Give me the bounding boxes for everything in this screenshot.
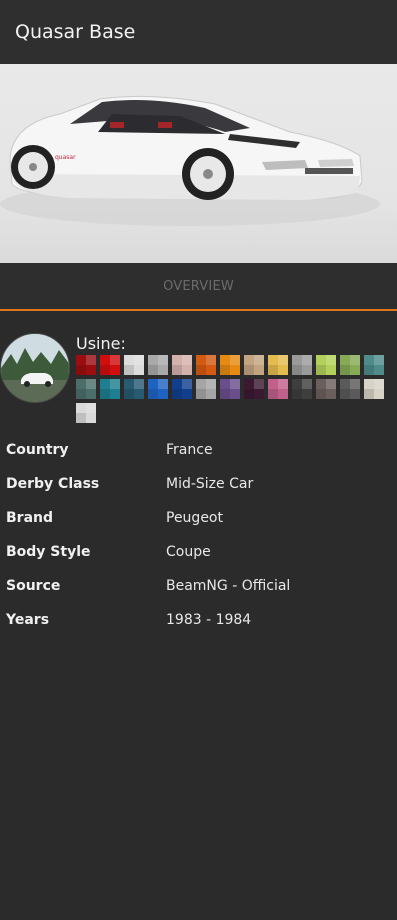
- svg-text:quasar: quasar: [55, 154, 76, 161]
- color-swatch[interactable]: [268, 379, 288, 399]
- detail-row: Source BeamNG - Official: [0, 569, 397, 603]
- color-swatch[interactable]: [148, 355, 168, 375]
- color-swatch[interactable]: [244, 379, 264, 399]
- thumbnail-scene: [1, 334, 69, 402]
- color-swatch[interactable]: [340, 355, 360, 375]
- detail-key: Country: [6, 442, 69, 458]
- detail-key: Years: [6, 612, 50, 628]
- detail-key: Derby Class: [6, 476, 100, 492]
- color-swatch[interactable]: [172, 379, 192, 399]
- color-swatch-list: [76, 355, 392, 427]
- vehicle-title: Quasar Base: [15, 21, 136, 43]
- detail-row: Country France: [0, 433, 397, 467]
- color-swatch[interactable]: [124, 379, 144, 399]
- color-swatch[interactable]: [268, 355, 288, 375]
- tab-overview[interactable]: OVERVIEW: [163, 279, 234, 294]
- detail-value: BeamNG - Official: [166, 578, 291, 594]
- color-swatch[interactable]: [100, 379, 120, 399]
- detail-row: Body Style Coupe: [0, 535, 397, 569]
- color-swatch[interactable]: [340, 379, 360, 399]
- detail-key: Brand: [6, 510, 54, 526]
- color-swatch[interactable]: [196, 355, 216, 375]
- color-swatch[interactable]: [220, 355, 240, 375]
- color-swatch[interactable]: [76, 379, 96, 399]
- detail-value: Coupe: [166, 544, 211, 560]
- color-swatch[interactable]: [76, 403, 96, 423]
- car-illustration: quasar: [0, 95, 380, 226]
- detail-value: 1983 - 1984: [166, 612, 252, 628]
- detail-value: Mid-Size Car: [166, 476, 254, 492]
- color-swatch[interactable]: [244, 355, 264, 375]
- color-swatch[interactable]: [316, 355, 336, 375]
- detail-value: France: [166, 442, 213, 458]
- configuration-name: Usine:: [76, 334, 126, 353]
- color-swatch[interactable]: [76, 355, 96, 375]
- detail-key: Source: [6, 578, 61, 594]
- color-swatch[interactable]: [196, 379, 216, 399]
- configuration-section: Usine:: [0, 311, 397, 427]
- color-swatch[interactable]: [220, 379, 240, 399]
- detail-row: Brand Peugeot: [0, 501, 397, 535]
- color-swatch[interactable]: [292, 379, 312, 399]
- color-swatch[interactable]: [364, 355, 384, 375]
- vehicle-preview-image: quasar: [0, 64, 397, 263]
- color-swatch[interactable]: [364, 379, 384, 399]
- title-bar: Quasar Base: [0, 0, 397, 64]
- color-swatch[interactable]: [316, 379, 336, 399]
- detail-row: Years 1983 - 1984: [0, 603, 397, 637]
- color-swatch[interactable]: [148, 379, 168, 399]
- detail-key: Body Style: [6, 544, 91, 560]
- color-swatch[interactable]: [292, 355, 312, 375]
- detail-row: Derby Class Mid-Size Car: [0, 467, 397, 501]
- vehicle-details: Country France Derby Class Mid-Size Car Bran…: [0, 433, 397, 637]
- color-swatch[interactable]: [172, 355, 192, 375]
- color-swatch[interactable]: [124, 355, 144, 375]
- tab-bar: OVERVIEW: [0, 263, 397, 311]
- configuration-thumbnail[interactable]: [0, 333, 70, 403]
- detail-value: Peugeot: [166, 510, 223, 526]
- color-swatch[interactable]: [100, 355, 120, 375]
